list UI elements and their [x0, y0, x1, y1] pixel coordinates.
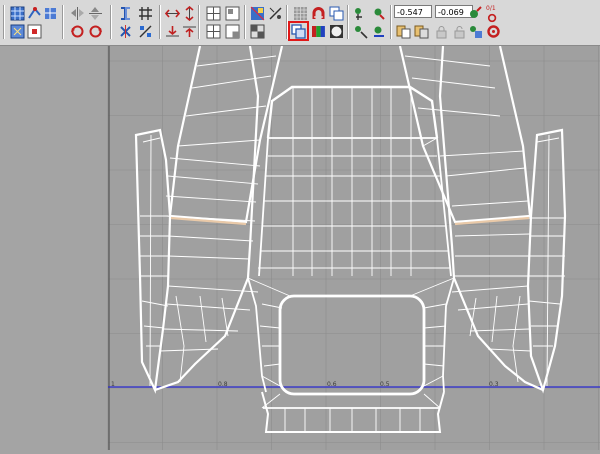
viewport-outside-area [0, 46, 108, 450]
stitch-icon[interactable] [118, 6, 133, 21]
paste-weld-icon[interactable] [414, 24, 429, 39]
toolbar-separator [110, 5, 111, 39]
scale-arrow-icon[interactable] [486, 13, 499, 23]
weld-grid-icon[interactable] [138, 6, 153, 21]
filter-icon[interactable] [10, 24, 25, 39]
toolbar-separator [62, 5, 63, 39]
align-left-icon[interactable] [165, 24, 180, 39]
lock-icon[interactable] [434, 24, 449, 39]
normalize-icon[interactable] [353, 24, 368, 39]
paste-icon[interactable] [396, 24, 411, 39]
mirror-h-icon[interactable] [70, 6, 85, 21]
copy-icon[interactable] [329, 6, 344, 21]
axis-label: 0.6 [327, 381, 337, 388]
break-icon[interactable] [138, 24, 153, 39]
axis-label: 1 [111, 381, 115, 388]
toolbar-separator [244, 5, 245, 39]
select-edge-icon[interactable] [206, 24, 221, 39]
scale-icon[interactable] [468, 6, 483, 21]
copy-overlap-icon[interactable] [291, 24, 306, 39]
align-right-icon[interactable] [182, 24, 197, 39]
add-map-icon[interactable] [27, 24, 42, 39]
checker-grid-icon[interactable] [250, 24, 265, 39]
toolbar-separator [159, 5, 160, 39]
unlock-icon[interactable] [452, 24, 467, 39]
pack-cluster-icon[interactable] [225, 6, 240, 21]
pick-icon[interactable] [353, 6, 368, 21]
uv-grid-icon[interactable] [10, 6, 25, 21]
select-face-icon[interactable] [225, 24, 240, 39]
relax-icon[interactable] [43, 6, 58, 21]
axis-label: 0.3 [489, 381, 499, 388]
toolbar-separator [198, 5, 199, 39]
show-map-icon[interactable] [268, 6, 283, 21]
scale-reset-icon[interactable] [468, 24, 483, 39]
flatten-icon[interactable] [371, 24, 386, 39]
toolbar-separator [3, 5, 4, 39]
magnet-icon[interactable] [311, 6, 326, 21]
uv-viewport[interactable]: 1 0.8 0.6 0.5 0.3 [0, 45, 600, 450]
axis-label: 0.8 [218, 381, 228, 388]
unfold-icon[interactable] [371, 6, 386, 21]
sphere-icon[interactable] [329, 24, 344, 39]
uv-grid-area [108, 46, 600, 450]
mirror-v-icon[interactable] [88, 6, 103, 21]
pack-icon[interactable] [206, 6, 221, 21]
scale-label: 0/1 [486, 5, 496, 12]
move-icon[interactable] [27, 6, 42, 21]
color-channel-icon[interactable] [311, 24, 326, 39]
texture-icon[interactable] [250, 6, 265, 21]
align-h-icon[interactable] [165, 6, 180, 21]
axis-label: 0.5 [380, 381, 390, 388]
uv-editor-toolbar: -0.547 -0.069 0/1 [0, 0, 600, 46]
rotate-cw-icon[interactable] [88, 24, 103, 39]
stitch-cross-icon[interactable] [118, 24, 133, 39]
refresh-icon[interactable] [486, 24, 501, 39]
rotate-ccw-icon[interactable] [70, 24, 85, 39]
coord-u-field[interactable]: -0.547 [394, 5, 432, 18]
toolbar-separator [390, 5, 391, 39]
snap-icon[interactable] [293, 6, 308, 21]
toolbar-separator [347, 5, 348, 39]
align-v-icon[interactable] [182, 6, 197, 21]
toolbar-separator [286, 5, 287, 39]
